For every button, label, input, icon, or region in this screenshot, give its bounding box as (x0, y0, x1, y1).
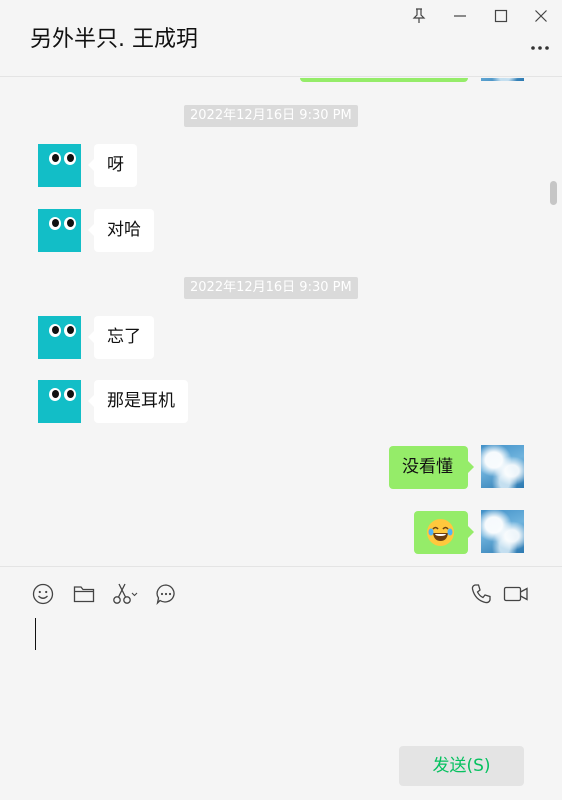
contact-avatar[interactable] (38, 209, 81, 252)
emoji-icon (32, 583, 54, 605)
pin-button[interactable] (406, 4, 432, 28)
chat-history-button[interactable] (153, 581, 179, 607)
send-file-button[interactable] (71, 581, 97, 607)
minimize-button[interactable] (447, 4, 473, 28)
chat-window: 另外半只. 王成玥 2022年12月16日 9:30 PM 呀 对哈 2022年… (0, 0, 562, 800)
more-options-icon (531, 46, 549, 50)
emoji-button[interactable] (30, 581, 56, 607)
tears-of-joy-emoji-icon (427, 519, 454, 546)
outgoing-message-bubble[interactable]: 没看懂 (389, 446, 474, 489)
more-options-button[interactable] (528, 38, 552, 58)
incoming-message-bubble[interactable]: 那是耳机 (88, 380, 188, 423)
minimize-icon (454, 15, 466, 17)
previous-self-avatar (481, 78, 524, 81)
outgoing-emoji-bubble[interactable] (414, 511, 474, 554)
send-button[interactable]: 发送(S) (399, 746, 524, 786)
message-input-field[interactable] (35, 618, 36, 650)
maximize-icon (494, 9, 508, 23)
folder-icon (73, 586, 95, 603)
contact-avatar[interactable] (38, 380, 81, 423)
close-button[interactable] (528, 4, 554, 28)
video-call-button[interactable] (503, 581, 529, 607)
close-icon (535, 10, 547, 22)
input-area: 发送(S) (0, 566, 562, 800)
chat-history-icon (156, 584, 175, 605)
message-timestamp: 2022年12月16日 9:30 PM (184, 277, 358, 299)
voice-call-button[interactable] (468, 581, 494, 607)
message-timestamp: 2022年12月16日 9:30 PM (184, 105, 358, 127)
contact-avatar[interactable] (38, 144, 81, 187)
maximize-button[interactable] (488, 4, 514, 28)
screenshot-scissors-icon (113, 583, 138, 604)
incoming-message-bubble[interactable]: 呀 (88, 144, 137, 187)
previous-outgoing-bubble (300, 78, 468, 82)
video-call-icon (503, 586, 528, 602)
voice-call-icon (471, 584, 491, 604)
message-list[interactable]: 2022年12月16日 9:30 PM 呀 对哈 2022年12月16日 9:3… (0, 78, 562, 565)
chat-title: 另外半只. 王成玥 (30, 27, 198, 52)
message-scrollbar[interactable] (550, 181, 557, 205)
self-avatar[interactable] (481, 510, 524, 553)
incoming-message-bubble[interactable]: 对哈 (88, 209, 154, 252)
incoming-message-bubble[interactable]: 忘了 (88, 316, 154, 359)
screenshot-button[interactable] (112, 581, 138, 607)
self-avatar[interactable] (481, 445, 524, 488)
pin-icon (412, 8, 426, 23)
chat-header: 另外半只. 王成玥 (0, 0, 562, 77)
contact-avatar[interactable] (38, 316, 81, 359)
